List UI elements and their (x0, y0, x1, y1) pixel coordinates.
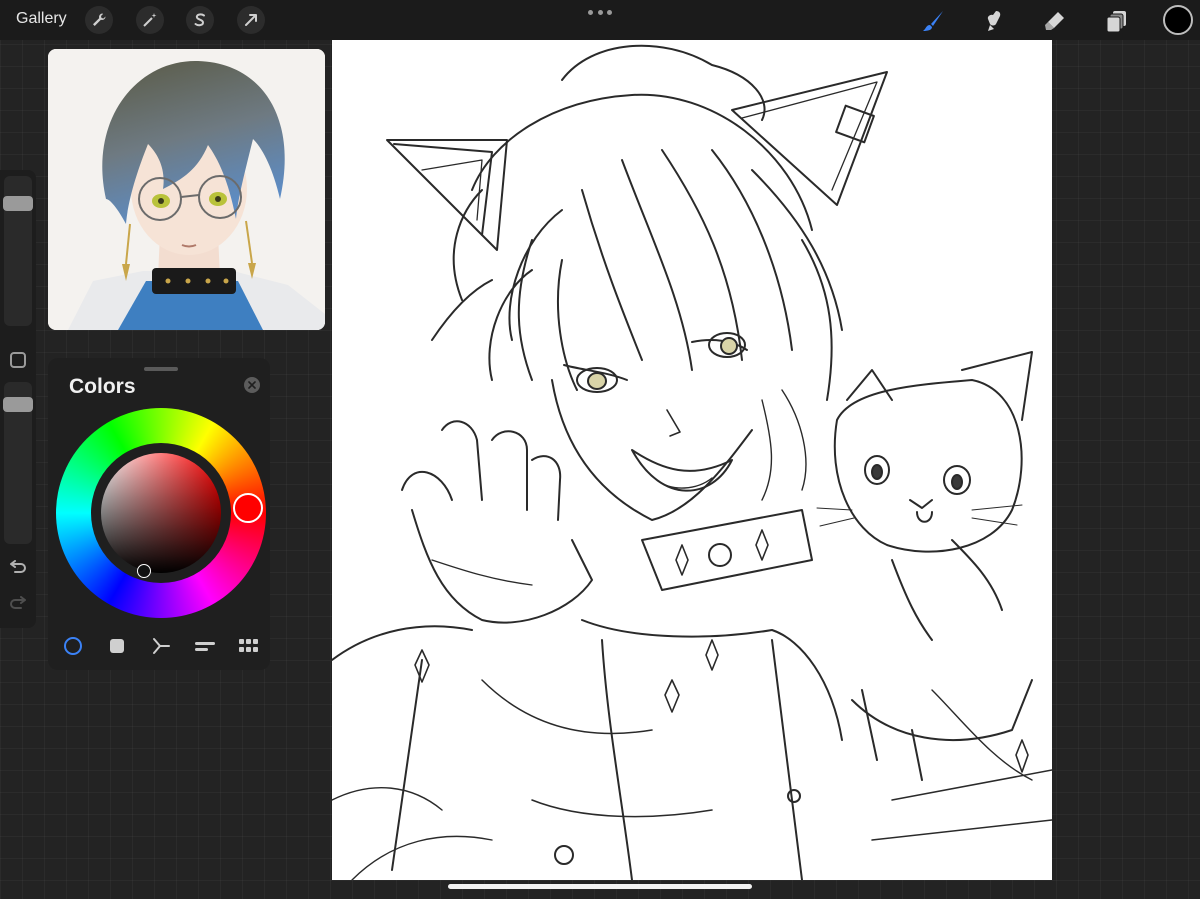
close-icon (248, 381, 256, 389)
colors-panel-close-button[interactable] (244, 377, 260, 393)
saturation-handle[interactable] (137, 564, 151, 578)
character-sketch-artwork (332, 44, 1052, 880)
tab-value[interactable] (193, 634, 217, 658)
top-toolbar: Gallery (0, 0, 1200, 40)
palettes-mode-icon (239, 639, 258, 652)
selection-button[interactable] (186, 6, 214, 34)
value-mode-icon (195, 642, 215, 651)
adjustments-button[interactable] (136, 6, 164, 34)
more-options-icon[interactable] (588, 8, 612, 16)
reference-portrait-image (48, 49, 325, 330)
eraser-icon (1045, 12, 1064, 30)
modify-button[interactable] (10, 352, 26, 368)
harmony-mode-icon (153, 638, 170, 654)
smudge-icon (987, 11, 1001, 31)
current-color-swatch[interactable] (1163, 5, 1193, 35)
gallery-button[interactable]: Gallery (16, 10, 67, 28)
hue-handle[interactable] (233, 493, 263, 523)
color-disc-gap (91, 443, 231, 583)
layers-icon (1106, 11, 1126, 33)
tab-classic[interactable] (105, 634, 129, 658)
home-indicator[interactable] (448, 884, 752, 889)
brush-icon (923, 11, 943, 31)
magic-wand-icon (143, 13, 157, 27)
brush-tool-button[interactable] (918, 6, 948, 36)
brush-size-slider-thumb[interactable] (3, 196, 33, 212)
smudge-tool-button[interactable] (979, 6, 1009, 36)
reference-image-panel[interactable] (48, 49, 325, 330)
transform-button[interactable] (237, 6, 265, 34)
panel-grab-handle[interactable] (144, 367, 178, 371)
hue-ring[interactable] (56, 408, 266, 618)
color-mode-tabs (60, 632, 265, 660)
layers-button[interactable] (1102, 6, 1132, 36)
wrench-icon (93, 13, 106, 26)
selection-s-icon (194, 13, 205, 27)
redo-button[interactable] (8, 594, 28, 614)
colors-panel: Colors (48, 358, 270, 670)
disc-mode-icon (64, 637, 82, 655)
left-sidebar (0, 170, 36, 628)
saturation-brightness-disc[interactable] (101, 453, 221, 573)
undo-button[interactable] (8, 558, 28, 578)
undo-icon (10, 560, 26, 573)
transform-arrow-icon (245, 14, 257, 26)
tab-disc[interactable] (61, 634, 85, 658)
eraser-tool-button[interactable] (1040, 6, 1070, 36)
tab-palettes[interactable] (237, 634, 261, 658)
colors-panel-title: Colors (69, 375, 136, 398)
actions-button[interactable] (85, 6, 113, 34)
drawing-canvas[interactable] (332, 40, 1052, 880)
redo-icon (10, 596, 26, 609)
tab-harmony[interactable] (149, 634, 173, 658)
opacity-slider-thumb[interactable] (3, 396, 33, 412)
classic-mode-icon (110, 639, 124, 653)
